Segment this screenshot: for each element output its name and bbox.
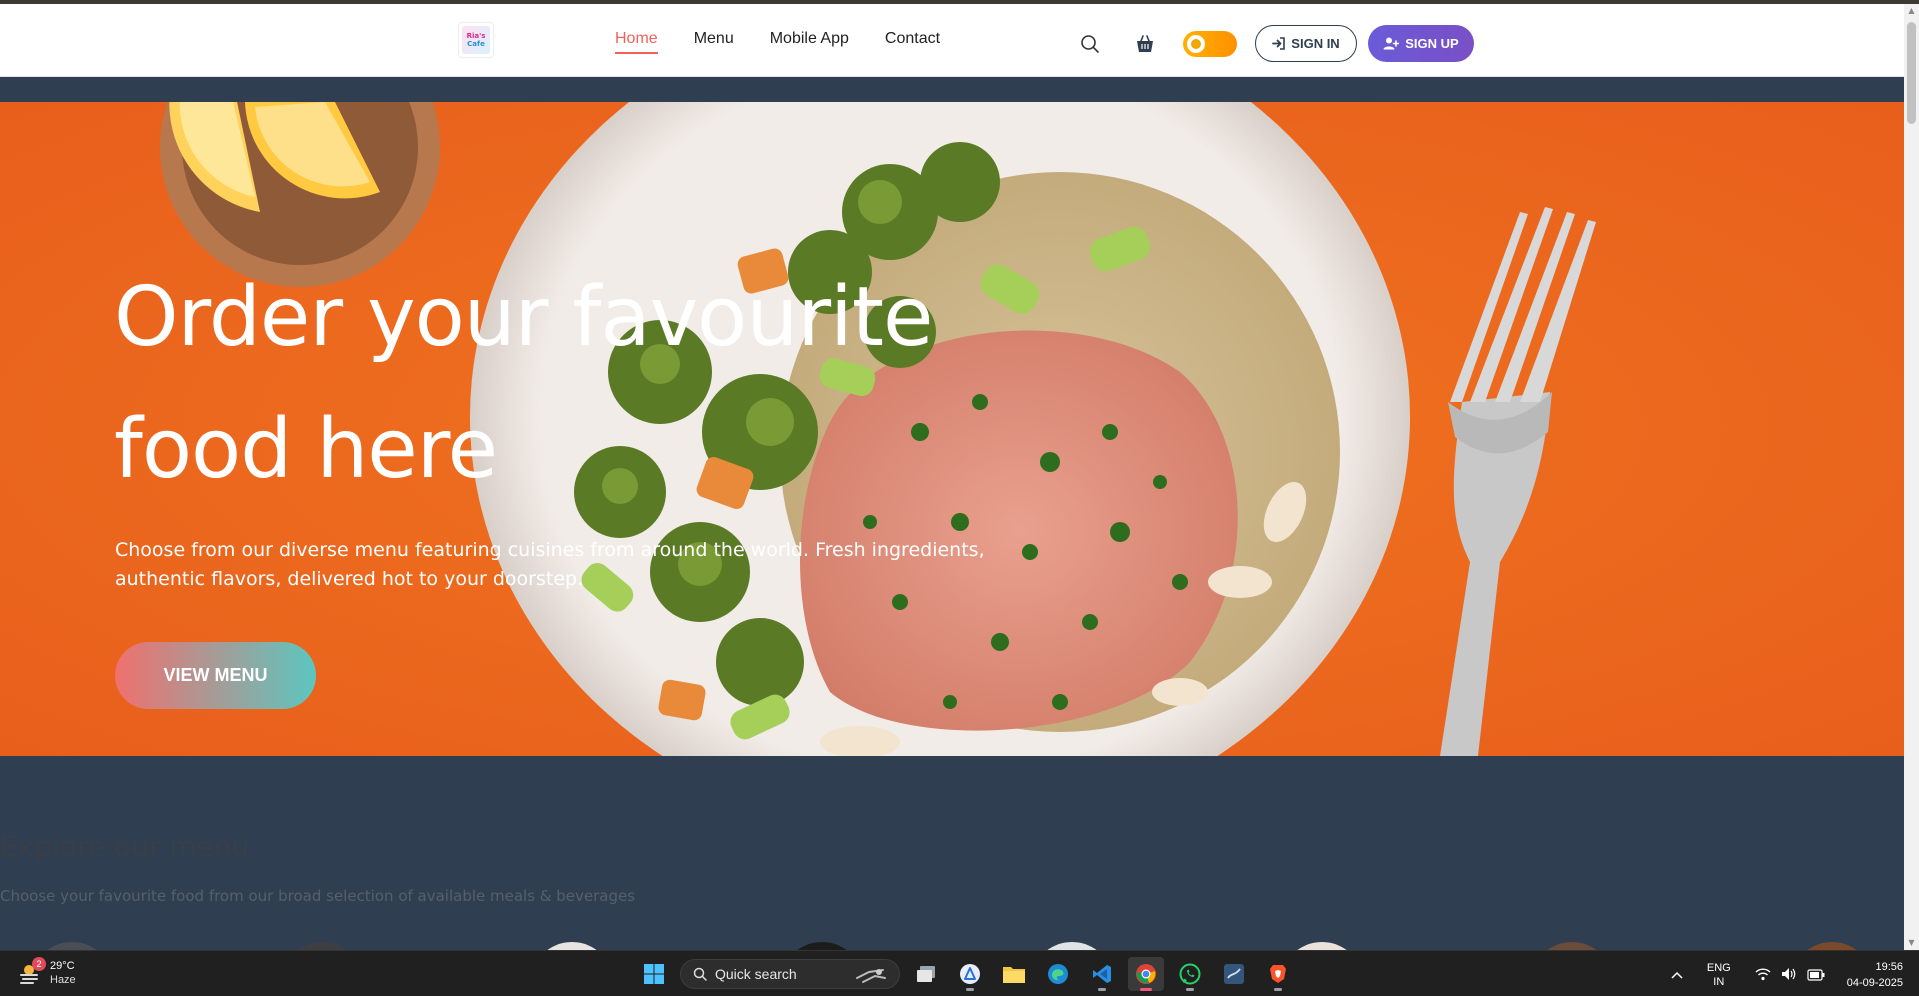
taskbar-app-store[interactable] bbox=[952, 957, 988, 991]
taskbar-search[interactable]: Quick search bbox=[680, 959, 900, 989]
wifi-icon[interactable] bbox=[1755, 966, 1771, 985]
volume-icon[interactable] bbox=[1781, 966, 1797, 985]
start-button[interactable] bbox=[636, 957, 672, 991]
clock-date: 04-09-2025 bbox=[1846, 977, 1903, 989]
weather-temperature: 29°C bbox=[50, 960, 75, 972]
nav-link-contact[interactable]: Contact bbox=[885, 30, 940, 54]
hero-subtitle-line2: authentic flavors, delivered hot to your… bbox=[115, 568, 584, 590]
view-menu-button[interactable]: VIEW MENU bbox=[115, 642, 316, 709]
windows-taskbar: 2 29°C Haze Quick search ENG IN 19:56 04… bbox=[0, 950, 1919, 996]
search-icon bbox=[693, 967, 707, 981]
weather-condition: Haze bbox=[50, 974, 76, 986]
weather-badge: 2 bbox=[32, 957, 46, 971]
logo-text-line1: Ria's bbox=[466, 32, 486, 40]
hero-subtitle: Choose from our diverse menu featuring c… bbox=[115, 536, 1015, 594]
basket-button[interactable] bbox=[1131, 30, 1159, 58]
folder-icon bbox=[1003, 967, 1025, 983]
search-icon bbox=[1081, 35, 1099, 53]
haze-icon: 2 bbox=[18, 957, 46, 985]
taskbar-search-placeholder: Quick search bbox=[715, 966, 797, 982]
add-user-icon bbox=[1383, 37, 1400, 50]
scroll-thumb[interactable] bbox=[1907, 22, 1916, 124]
hero-section: Order your favourite food here Choose fr… bbox=[0, 102, 1904, 756]
nav-links: Home Menu Mobile App Contact bbox=[615, 30, 976, 54]
running-indicator bbox=[1186, 988, 1194, 991]
taskbar-chrome[interactable] bbox=[1128, 957, 1164, 991]
running-indicator bbox=[966, 988, 974, 991]
taskbar-whatsapp[interactable] bbox=[1172, 957, 1208, 991]
hero-title-line2: food here bbox=[114, 402, 498, 497]
logo-text-line2: Cafe bbox=[467, 40, 485, 48]
language-code: ENG bbox=[1706, 962, 1731, 974]
running-indicator bbox=[1098, 988, 1106, 991]
app-store-icon bbox=[960, 964, 980, 984]
sun-icon bbox=[1187, 35, 1205, 53]
battery-icon[interactable] bbox=[1807, 966, 1825, 985]
edge-icon bbox=[1048, 964, 1068, 984]
taskbar-vscode[interactable] bbox=[1084, 957, 1120, 991]
taskbar-edge[interactable] bbox=[1040, 957, 1076, 991]
weather-text: 29°C Haze bbox=[50, 959, 76, 987]
running-indicator bbox=[1140, 988, 1152, 991]
hero-subtitle-line1: Choose from our diverse menu featuring c… bbox=[115, 539, 985, 561]
language-region: IN bbox=[1713, 976, 1725, 988]
hero-title: Order your favourite food here bbox=[114, 252, 1014, 516]
logo-mark: Ria's Cafe bbox=[462, 26, 490, 54]
search-highlight-icon bbox=[856, 969, 886, 983]
vscode-icon bbox=[1093, 965, 1111, 983]
basket-icon bbox=[1137, 35, 1153, 52]
navbar: Ria's Cafe Home Menu Mobile App Contact bbox=[0, 4, 1904, 77]
windows-icon bbox=[644, 964, 664, 984]
taskbar-apps: Quick search bbox=[636, 957, 1296, 991]
running-indicator bbox=[1274, 988, 1282, 991]
whatsapp-icon bbox=[1179, 963, 1201, 985]
explore-title: Explore our menu bbox=[0, 830, 250, 863]
nav-link-menu[interactable]: Menu bbox=[694, 30, 734, 54]
hero-title-line1: Order your favourite bbox=[114, 270, 933, 365]
scroll-up-icon[interactable]: ▲ bbox=[1907, 6, 1916, 16]
taskbar-clock[interactable]: 19:56 04-09-2025 bbox=[1847, 959, 1903, 991]
taskbar-database-app[interactable] bbox=[1216, 957, 1252, 991]
search-button[interactable] bbox=[1076, 30, 1104, 58]
system-tray: ENG IN 19:56 04-09-2025 bbox=[1671, 957, 1919, 993]
sign-in-button[interactable]: SIGN IN bbox=[1255, 25, 1357, 62]
taskbar-brave[interactable] bbox=[1260, 957, 1296, 991]
sign-in-icon bbox=[1272, 37, 1286, 50]
brave-icon bbox=[1270, 965, 1286, 983]
page-scrollbar[interactable]: ▲ ▼ bbox=[1904, 4, 1919, 950]
language-indicator[interactable]: ENG IN bbox=[1707, 961, 1731, 989]
nav-link-home[interactable]: Home bbox=[615, 30, 658, 54]
nav-link-mobile-app[interactable]: Mobile App bbox=[770, 30, 849, 54]
sign-up-label: SIGN UP bbox=[1405, 36, 1459, 51]
chrome-icon bbox=[1136, 964, 1156, 984]
theme-toggle[interactable] bbox=[1183, 31, 1237, 57]
explore-subtitle: Choose your favourite food from our broa… bbox=[0, 887, 636, 905]
database-app-icon bbox=[1224, 964, 1244, 984]
task-view-button[interactable] bbox=[908, 957, 944, 991]
site-logo[interactable]: Ria's Cafe bbox=[458, 22, 494, 58]
sign-up-button[interactable]: SIGN UP bbox=[1368, 25, 1474, 62]
chevron-up-icon[interactable] bbox=[1671, 968, 1683, 982]
scroll-down-icon[interactable]: ▼ bbox=[1907, 938, 1916, 948]
taskbar-file-explorer[interactable] bbox=[996, 957, 1032, 991]
weather-widget[interactable]: 2 29°C Haze bbox=[18, 957, 76, 987]
sign-in-label: SIGN IN bbox=[1291, 36, 1340, 51]
clock-time: 19:56 bbox=[1875, 961, 1903, 973]
task-view-icon bbox=[917, 966, 935, 982]
